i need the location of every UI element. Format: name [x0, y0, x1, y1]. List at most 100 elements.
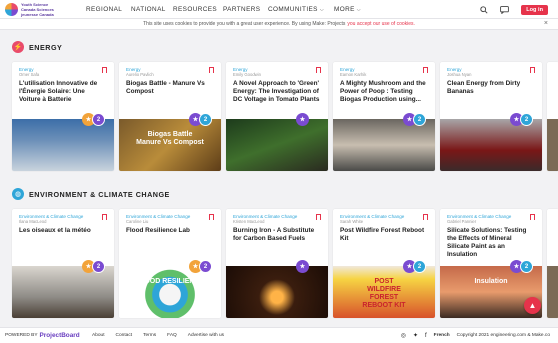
award-badge-icon: 2	[520, 260, 533, 273]
card-row: Energy Omer Safa L'utilisation Innovative …	[12, 62, 558, 171]
card-image[interactable]: ★	[226, 113, 328, 171]
card-author: Kristen MacLeod	[233, 219, 265, 224]
card-image[interactable]: FLOOD RESILIENCE ★ 2	[119, 260, 221, 318]
card-body: Energy Joshua Nyan Clean Energy from Dirty…	[440, 62, 542, 112]
project-card[interactable]: Environment & Climate Change Ilana MacLeo…	[12, 209, 114, 318]
card-body: Environment & Climate Change Ilana MacLeo…	[12, 209, 114, 259]
close-icon[interactable]: ×	[544, 20, 548, 27]
card-body: Energy Omer Safa L'utilisation Innovative …	[12, 62, 114, 112]
card-image[interactable]: Biogas Battle Manure Vs Compost ★ 2	[119, 113, 221, 171]
bookmark-icon[interactable]	[209, 214, 214, 220]
chevron-down-icon: ⌵	[319, 6, 325, 13]
award-badge-icon: 2	[199, 113, 212, 126]
header-actions: Log in	[479, 0, 548, 19]
nav-item-more[interactable]: MORE ⌵	[334, 6, 361, 13]
section-title[interactable]: ENVIRONMENT & CLIMATE CHANGE	[29, 190, 170, 199]
top-header: Youth Science Canada Sciences jeunesse C…	[0, 0, 558, 19]
award-badge-icon: 2	[92, 113, 105, 126]
section-0: ⚡ ENERGY Energy Omer Safa L'utilisation Inno…	[0, 40, 558, 180]
powered-by-label: POWERED BY	[5, 333, 38, 338]
project-card[interactable]: Environment & Climate Change Kristen MacL…	[226, 209, 328, 318]
card-title[interactable]: Les oiseaux et la météo	[19, 227, 107, 235]
project-card[interactable]: Environment & Climate Change Sarah White P…	[333, 209, 435, 318]
card-title[interactable]: A Novel Approach to 'Green' Energy: The …	[233, 80, 321, 104]
bookmark-icon[interactable]	[316, 214, 321, 220]
footer-link-about[interactable]: About	[92, 333, 105, 338]
award-badge-icon: ★	[296, 260, 309, 273]
login-button[interactable]: Log in	[521, 4, 548, 15]
project-card[interactable]: Energy Omer Safa L'utilisation Innovative …	[12, 62, 114, 171]
copyright-text: Copyright 2021 engineering.com & Make.co	[456, 333, 550, 338]
nav-item-communities[interactable]: COMMUNITIES ⌵	[268, 6, 324, 13]
chevron-right-icon[interactable]: ›	[547, 257, 556, 266]
award-badge-icon: ★	[296, 113, 309, 126]
facebook-icon[interactable]: f	[425, 333, 427, 339]
section-header: ◍ ENVIRONMENT & CLIMATE CHANGE	[12, 187, 170, 201]
nav-item-label: REGIONAL	[86, 6, 123, 13]
card-image[interactable]: ★ 2	[440, 113, 542, 171]
footer-right: ◎ ✦ f French Copyright 2021 engineering.…	[401, 332, 550, 340]
card-body: Environment & Climate Change Gabriel Pann…	[440, 209, 542, 259]
footer-link-advertise-with-us[interactable]: Advertise with us	[188, 333, 224, 338]
bookmark-icon[interactable]	[423, 67, 428, 73]
footer-link-faq[interactable]: FAQ	[167, 333, 177, 338]
card-image[interactable]: ★ 2	[12, 260, 114, 318]
language-switch[interactable]: French	[434, 333, 450, 338]
card-author: Caroline Liu	[126, 219, 149, 224]
arrow-up-icon[interactable]: ▲	[524, 297, 541, 314]
bookmark-icon[interactable]	[209, 67, 214, 73]
card-image[interactable]: ★ 2	[333, 113, 435, 171]
award-badge-icon: 2	[199, 260, 212, 273]
project-card[interactable]: Energy Emily Goodwin A Novel Approach to '…	[226, 62, 328, 171]
project-card[interactable]: Energy Joshua Nyan Clean Energy from Dirty…	[440, 62, 542, 171]
cookie-accept-link[interactable]: you accept our use of cookies.	[347, 21, 415, 27]
section-header: ⚡ ENERGY	[12, 40, 62, 54]
cookie-text: This site uses cookies to provide you wi…	[143, 21, 346, 27]
bookmark-icon[interactable]	[530, 67, 535, 73]
card-title[interactable]: Clean Energy from Dirty Bananas	[447, 80, 535, 96]
nav-item-regional[interactable]: REGIONAL	[86, 6, 122, 13]
card-author: Emily Goodwin	[233, 72, 261, 77]
bookmark-icon[interactable]	[316, 67, 321, 73]
section-title[interactable]: ENERGY	[29, 43, 62, 52]
nav-item-label: RESOURCES	[173, 6, 218, 13]
projectboard-logo[interactable]: ProjectBoard	[40, 332, 80, 339]
card-image[interactable]: ★	[226, 260, 328, 318]
card-title[interactable]: Silicate Solutions: Testing the Effects …	[447, 227, 535, 259]
project-card[interactable]: Energy Aurelio Pavlich Biogas Battle - Man…	[119, 62, 221, 171]
nav-item-partners[interactable]: PARTNERS	[223, 6, 260, 13]
globe-icon: ◍	[12, 188, 24, 200]
section-1: ◍ ENVIRONMENT & CLIMATE CHANGE Environment…	[0, 187, 558, 327]
nav-item-national[interactable]: NATIONAL	[131, 6, 166, 13]
bookmark-icon[interactable]	[423, 214, 428, 220]
footer-link-terms[interactable]: Terms	[143, 333, 156, 338]
card-title[interactable]: Flood Resilience Lab	[126, 227, 214, 235]
card-author: Joshua Nyan	[447, 72, 472, 77]
footer-links: About Contact Terms FAQ Advertise with us	[92, 333, 224, 338]
site-logo[interactable]: Youth Science Canada Sciences jeunesse C…	[5, 2, 57, 17]
twitter-icon[interactable]: ✦	[413, 332, 418, 339]
bookmark-icon[interactable]	[102, 214, 107, 220]
card-image[interactable]: POST WILDFIRE FOREST REBOOT KIT ★ 2	[333, 260, 435, 318]
award-badge-icon: 2	[520, 113, 533, 126]
card-title[interactable]: Biogas Battle - Manure Vs Compost	[126, 80, 214, 96]
bookmark-icon[interactable]	[530, 214, 535, 220]
card-author: Gabriel Pannier	[447, 219, 477, 224]
card-image[interactable]: ★ 2	[12, 113, 114, 171]
card-title[interactable]: A Mighty Mushroom and the Power of Poop …	[340, 80, 428, 104]
chat-icon[interactable]	[500, 5, 510, 14]
nav-item-resources[interactable]: RESOURCES	[173, 6, 217, 13]
instagram-icon[interactable]: ◎	[401, 332, 406, 339]
project-card[interactable]: Environment & Climate Change Caroline Liu…	[119, 209, 221, 318]
card-image-caption: FLOOD RESILIENCE	[135, 278, 205, 285]
card-author: Ilana MacLeod	[19, 219, 47, 224]
card-title[interactable]: Post Wildfire Forest Reboot Kit	[340, 227, 428, 243]
card-title[interactable]: L'utilisation Innovative de l'Énergie So…	[19, 80, 107, 104]
project-card[interactable]: Energy Eamon Karhik A Mighty Mushroom and …	[333, 62, 435, 171]
footer-link-contact[interactable]: Contact	[116, 333, 133, 338]
bookmark-icon[interactable]	[102, 67, 107, 73]
card-row: Environment & Climate Change Ilana MacLeo…	[12, 209, 558, 318]
chevron-right-icon[interactable]: ›	[547, 110, 556, 119]
card-title[interactable]: Burning Iron - A Substitute for Carbon B…	[233, 227, 321, 243]
search-icon[interactable]	[479, 5, 488, 14]
